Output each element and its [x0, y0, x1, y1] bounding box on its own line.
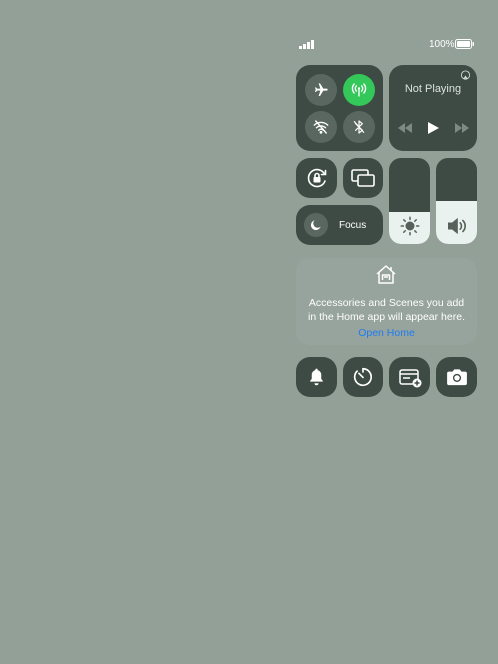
moon-icon-circle	[304, 213, 328, 237]
bluetooth-off-icon	[353, 120, 365, 134]
cellular-data-button[interactable]	[343, 74, 375, 106]
home-panel: Accessories and Scenes you add in the Ho…	[296, 258, 477, 345]
wifi-button[interactable]	[305, 111, 337, 143]
brightness-icon	[400, 216, 420, 236]
home-message: Accessories and Scenes you add in the Ho…	[307, 297, 465, 323]
wallet-add-icon	[399, 369, 422, 388]
volume-slider[interactable]	[436, 158, 477, 244]
airplane-icon	[315, 83, 328, 96]
battery-percent: 100%	[429, 39, 455, 50]
wallet-button[interactable]	[389, 357, 430, 397]
moon-icon	[310, 220, 321, 231]
open-home-link[interactable]: Open Home	[296, 327, 477, 339]
silent-mode-button[interactable]	[296, 357, 337, 397]
focus-label: Focus	[339, 220, 367, 231]
bluetooth-button[interactable]	[343, 111, 375, 143]
orientation-lock-button[interactable]	[296, 158, 337, 198]
timer-button[interactable]	[343, 357, 383, 397]
fast-forward-icon	[455, 123, 469, 133]
wifi-off-icon	[313, 120, 329, 134]
airplane-mode-button[interactable]	[305, 74, 337, 106]
timer-icon	[353, 367, 372, 387]
rotation-lock-icon	[307, 168, 327, 188]
screen-mirroring-button[interactable]	[343, 158, 383, 198]
rewind-button[interactable]	[398, 123, 412, 133]
play-icon	[428, 122, 439, 134]
speaker-icon	[448, 217, 466, 235]
play-button[interactable]	[428, 122, 439, 134]
now-playing-panel[interactable]: Not Playing	[389, 65, 477, 151]
camera-icon	[447, 369, 467, 386]
screen-mirroring-icon	[351, 169, 375, 187]
now-playing-title: Not Playing	[404, 83, 462, 95]
connectivity-panel	[296, 65, 383, 151]
focus-button[interactable]: Focus	[296, 205, 383, 245]
antenna-icon	[351, 83, 367, 97]
fast-forward-button[interactable]	[455, 123, 469, 133]
home-icon	[374, 263, 398, 285]
camera-button[interactable]	[436, 357, 477, 397]
battery-icon	[455, 39, 475, 49]
airplay-icon[interactable]	[460, 70, 471, 81]
rewind-icon	[398, 123, 412, 133]
bell-icon	[310, 368, 323, 386]
cellular-signal-icon	[299, 40, 315, 49]
brightness-slider[interactable]	[389, 158, 430, 244]
